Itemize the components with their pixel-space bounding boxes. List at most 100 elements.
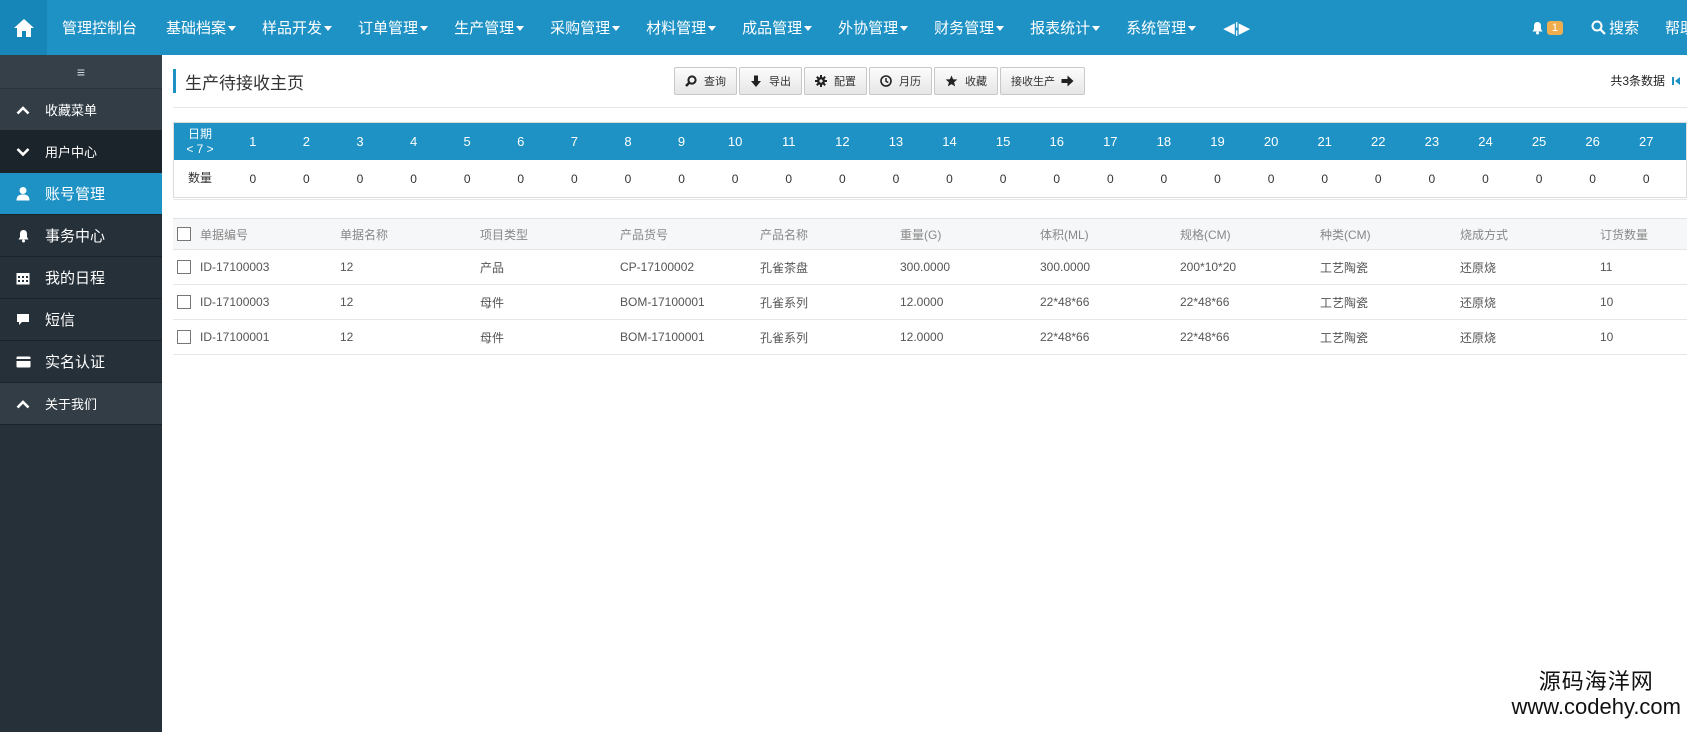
bell-icon (14, 228, 32, 244)
caret-down-icon (804, 26, 813, 31)
column-header[interactable]: 单据编号 (200, 226, 340, 243)
column-header[interactable]: 规格(CM) (1180, 226, 1320, 243)
chevron-down-icon (14, 144, 32, 160)
column-header[interactable]: 体积(ML) (1040, 226, 1180, 243)
calendar-day: 22 (1371, 134, 1386, 149)
config-button[interactable]: 配置 (804, 67, 867, 95)
table-cell: 工艺陶瓷 (1320, 330, 1369, 345)
nav-finance-mgmt[interactable]: 财务管理 (921, 0, 1017, 55)
daily-quantity-calendar: 日期 < 7 > 1 2 3 4 5 6 7 8 9 10 11 12 13 14 15 16 17 18 19 20… (173, 122, 1687, 198)
nav-item-label: 外协管理 (838, 20, 899, 37)
sidebar-item-user-center[interactable]: 用户中心 (0, 131, 162, 173)
calendar-count: 0 (1321, 171, 1329, 186)
calendar-day: 11 (781, 134, 796, 149)
sidebar-item-label: 账号管理 (45, 186, 106, 203)
receive-production-button[interactable]: 接收生产 (1000, 67, 1085, 95)
column-header[interactable]: 项目类型 (480, 226, 620, 243)
query-button[interactable]: 查询 (674, 67, 737, 95)
table-cell: ID-17100003 (200, 260, 270, 274)
sidebar-item-about-us[interactable]: 关于我们 (0, 383, 162, 425)
sidebar-item-favorites[interactable]: 收藏菜单 (0, 89, 162, 131)
watermark-line1: 源码海洋网 (1538, 669, 1654, 694)
row-checkbox[interactable] (177, 260, 191, 274)
caret-down-icon (612, 26, 621, 31)
watermark: 源码海洋网 www.codehy.com (1511, 669, 1681, 719)
nav-item-label: 采购管理 (550, 20, 611, 37)
main-menu: 管理控制台 基础档案 样品开发 订单管理 生产管理 采购管理 材料管理 成品管理 外协管理 财务管… (47, 0, 1209, 55)
data-table: 单据编号 单据名称 项目类型 产品货号 产品名称 重量(G) 体积(ML) 规格(CM) 种类(… (173, 218, 1687, 355)
nav-basic-archive[interactable]: 基础档案 (153, 0, 249, 55)
calendar-day: 20 (1263, 134, 1279, 149)
nav-production-mgmt[interactable]: 生产管理 (441, 0, 537, 55)
calendar-month-nav[interactable]: < 7 > (174, 142, 226, 157)
calendar-count-row: 数量 0 0 0 0 0 0 0 0 0 0 0 0 0 0 0 0 0 0 0 0 0 0 0 0 0 0 0 (174, 160, 1686, 197)
column-header[interactable]: 重量(G) (900, 226, 1040, 243)
sidebar-item-real-name-auth[interactable]: 实名认证 (0, 341, 162, 383)
sidebar-collapse-toggle[interactable]: ≡ (0, 55, 162, 89)
nav-sample-dev[interactable]: 样品开发 (249, 0, 345, 55)
calendar-count: 0 (517, 171, 525, 186)
export-button[interactable]: 导出 (739, 67, 802, 95)
arrow-right-icon (1061, 75, 1074, 87)
column-header[interactable]: 种类(CM) (1320, 226, 1460, 243)
table-row[interactable]: ID-17100003 12 母件 BOM-17100001 孔雀系列 12.0000 22… (173, 285, 1687, 320)
calendar-day: 19 (1210, 134, 1225, 149)
favorite-button[interactable]: 收藏 (934, 67, 998, 95)
sidebar-item-label: 关于我们 (45, 397, 98, 412)
first-page-icon[interactable] (1670, 75, 1682, 87)
calendar-day: 7 (570, 134, 578, 149)
home-button[interactable] (0, 0, 47, 55)
column-header[interactable]: 烧成方式 (1460, 226, 1600, 243)
nav-system-mgmt[interactable]: 系统管理 (1113, 0, 1209, 55)
help-button[interactable]: 帮助 (1665, 17, 1687, 38)
calendar-day: 21 (1317, 134, 1332, 149)
nav-report-stats[interactable]: 报表统计 (1017, 0, 1113, 55)
sidebar-item-affairs[interactable]: 事务中心 (0, 215, 162, 257)
menu-scroll-toggle[interactable]: ◀¦▶ (1209, 0, 1264, 55)
table-cell: 200*10*20 (1180, 260, 1237, 274)
nav-item-label: 生产管理 (454, 20, 515, 37)
table-row[interactable]: ID-17100001 12 母件 BOM-17100001 孔雀系列 12.0000 22… (173, 320, 1687, 355)
toolbar: 查询 导出 配置 月历 收藏 接收生产 (674, 67, 1085, 95)
table-cell: 还原烧 (1460, 295, 1497, 310)
nav-purchase-mgmt[interactable]: 采购管理 (537, 0, 633, 55)
select-all-checkbox[interactable] (177, 227, 191, 241)
notification-button[interactable]: 1 (1531, 20, 1563, 35)
favorite-label: 收藏 (965, 76, 987, 88)
nav-dashboard[interactable]: 管理控制台 (47, 0, 153, 55)
table-cell: 还原烧 (1460, 260, 1497, 275)
calendar-count: 0 (1482, 171, 1489, 186)
sidebar-item-sms[interactable]: 短信 (0, 299, 162, 341)
sidebar-item-schedule[interactable]: 我的日程 (0, 257, 162, 299)
card-icon (14, 354, 32, 370)
sidebar: ≡ 收藏菜单 用户中心 账号管理 事务中心 我的日程 短信 实名认证 关于我们 (0, 55, 162, 732)
nav-order-mgmt[interactable]: 订单管理 (345, 0, 441, 55)
calendar-day: 8 (624, 134, 632, 149)
watermark-line2: www.codehy.com (1511, 694, 1681, 719)
sidebar-item-account-mgmt[interactable]: 账号管理 (0, 173, 162, 215)
calendar-date-cell: 日期 < 7 > (174, 127, 226, 157)
nav-material-mgmt[interactable]: 材料管理 (633, 0, 729, 55)
header-divider (173, 107, 1687, 108)
nav-item-label: 系统管理 (1126, 20, 1187, 37)
table-cell: 300.0000 (900, 260, 951, 274)
column-header[interactable]: 订货数量 (1600, 226, 1687, 243)
table-cell: 12 (340, 295, 354, 309)
table-row[interactable]: ID-17100003 12 产品 CP-17100002 孔雀茶盘 300.0000 30… (173, 250, 1687, 285)
chevron-up-icon (14, 396, 32, 412)
calendar-icon (14, 270, 32, 286)
row-checkbox[interactable] (177, 330, 191, 344)
calendar-button[interactable]: 月历 (869, 67, 932, 95)
column-header[interactable]: 产品名称 (760, 226, 900, 243)
table-cell: 22*48*66 (1040, 330, 1090, 344)
table-cell: 孔雀系列 (760, 330, 809, 345)
column-header[interactable]: 单据名称 (340, 226, 480, 243)
nav-product-mgmt[interactable]: 成品管理 (729, 0, 825, 55)
nav-outsource-mgmt[interactable]: 外协管理 (825, 0, 921, 55)
sidebar-item-label: 收藏菜单 (45, 103, 98, 118)
search-icon (1591, 20, 1606, 35)
search-button[interactable]: 搜索 (1591, 17, 1639, 38)
table-cell: 10 (1600, 330, 1614, 344)
row-checkbox[interactable] (177, 295, 191, 309)
column-header[interactable]: 产品货号 (620, 226, 760, 243)
